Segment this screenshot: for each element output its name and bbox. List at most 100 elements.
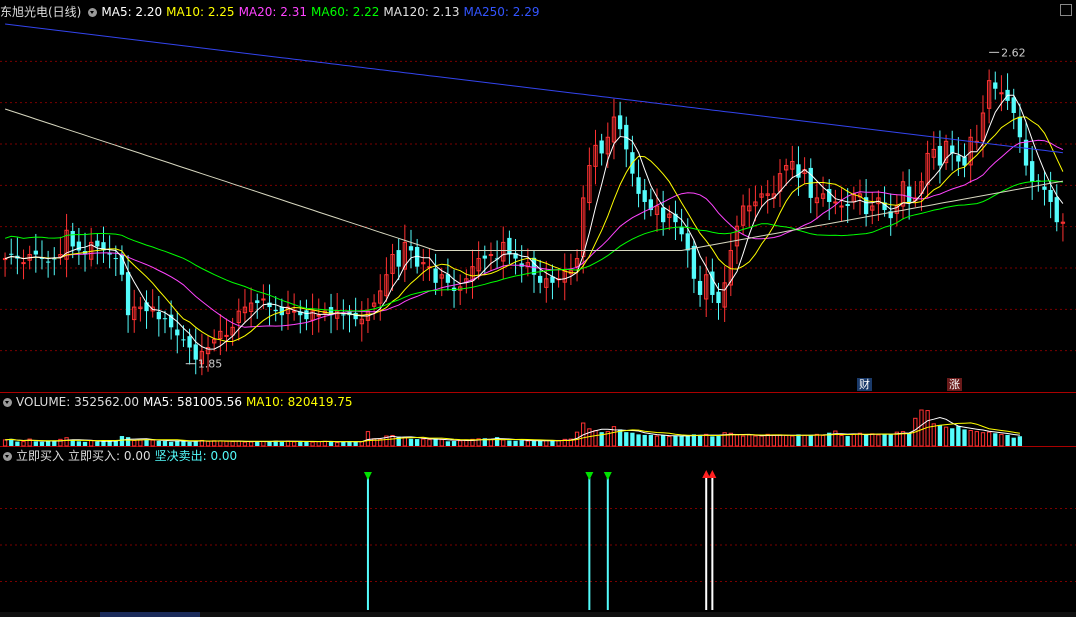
volume-bar [937, 424, 943, 446]
volume-bar [857, 432, 863, 447]
volume-bar [224, 440, 229, 447]
volume-bar [45, 441, 51, 446]
ma-legend-item: MA250: 2.29 [463, 5, 540, 19]
volume-bar [501, 439, 506, 447]
volume-bar [759, 435, 764, 447]
volume-bar [537, 440, 543, 446]
candle-body [599, 140, 604, 154]
signal-sell: 坚决卖出: 0.00 [154, 449, 238, 463]
volume-bar [64, 437, 69, 447]
volume-bar [550, 441, 555, 446]
volume-bar [519, 440, 524, 446]
volume-bar [630, 432, 635, 446]
volume-bar [33, 441, 38, 446]
volume-bar [21, 441, 26, 447]
candle-body [956, 155, 961, 162]
volume-bar [710, 436, 715, 446]
candle-body [9, 253, 14, 255]
maximize-icon[interactable] [1060, 4, 1072, 16]
volume-bar [685, 435, 690, 446]
volume-bar [882, 433, 887, 446]
volume-bar [820, 434, 826, 447]
candle-body [1042, 186, 1047, 190]
candle-body [1023, 139, 1029, 166]
volume-bar [132, 439, 137, 447]
volume-bar [218, 440, 223, 447]
volume-bar [138, 439, 143, 447]
ma-legend: MA5: 2.20 MA10: 2.25 MA20: 2.31 MA60: 2.22 M… [101, 5, 543, 19]
candle-body [1054, 197, 1059, 223]
candle-body [636, 177, 641, 194]
volume-bar [421, 438, 426, 447]
volume-bar [230, 441, 235, 447]
volume-bar [919, 409, 924, 447]
candle-body [353, 312, 358, 320]
stock-title: 东旭光电(日线) [0, 5, 82, 19]
candle-body [993, 82, 998, 89]
candle-body [33, 250, 38, 255]
candle-body [291, 310, 297, 313]
dropdown-icon[interactable] [3, 452, 12, 461]
volume-bar [790, 435, 795, 447]
signal-arrow-down-icon [363, 472, 372, 480]
candle-body [907, 186, 912, 202]
volume-bar [753, 435, 758, 447]
volume-bar [593, 429, 598, 447]
candle-body [107, 253, 112, 255]
volume-bar [89, 439, 94, 447]
candle-body [661, 207, 666, 223]
candle-body [697, 280, 703, 295]
volume-bar [740, 435, 746, 447]
candle-body [113, 258, 118, 260]
candle-body [962, 156, 967, 166]
volume-bar [999, 433, 1004, 447]
ma-legend-item: MA20: 2.31 [238, 5, 307, 19]
volume-bar [408, 438, 414, 446]
volume-bar [402, 437, 407, 447]
candle-body [156, 311, 161, 320]
candle-body [187, 336, 192, 348]
volume-bar [316, 441, 321, 447]
candle-body [175, 329, 180, 336]
volume-bar [642, 434, 647, 446]
dropdown-icon[interactable] [3, 398, 12, 407]
candle-body [433, 268, 438, 283]
signal-arrow-up-icon [708, 470, 717, 478]
volume-bar [119, 436, 125, 446]
candle-body [1011, 97, 1016, 113]
volume-bar [248, 441, 254, 447]
volume-bar [544, 439, 549, 447]
volume-bar [187, 441, 192, 446]
volume-bar [488, 438, 494, 447]
volume-bar [556, 439, 561, 447]
volume-bar [162, 441, 168, 446]
volume-bar [427, 439, 432, 447]
volume-bar [980, 432, 986, 447]
dropdown-icon[interactable] [88, 8, 98, 17]
volume-bar [925, 410, 930, 447]
ma120-line [4, 108, 1063, 251]
volume-bar [704, 433, 709, 447]
volume-bar [1017, 436, 1023, 446]
volume-bar [205, 440, 211, 447]
volume-bar [125, 437, 131, 446]
candle-body [937, 145, 943, 166]
kline-chart[interactable]: 2.62 1.85 [0, 0, 1076, 617]
finance-badge[interactable]: 财 [857, 378, 872, 391]
volume-bar [654, 435, 660, 447]
volume-bar [839, 434, 844, 447]
volume-bar [76, 441, 82, 446]
ma10-line [4, 116, 1064, 342]
rise-badge[interactable]: 涨 [947, 378, 962, 391]
candle-body [21, 262, 26, 265]
candle-body [716, 291, 721, 304]
volume-bar [974, 431, 979, 447]
volume-bar [636, 434, 641, 446]
volume-bar [525, 440, 531, 447]
volume-bar [261, 441, 266, 447]
ma20-line [4, 139, 1064, 328]
candle-body [537, 275, 543, 283]
volume-bar [771, 434, 777, 447]
volume-bar [876, 434, 881, 447]
candle-body [45, 261, 51, 263]
